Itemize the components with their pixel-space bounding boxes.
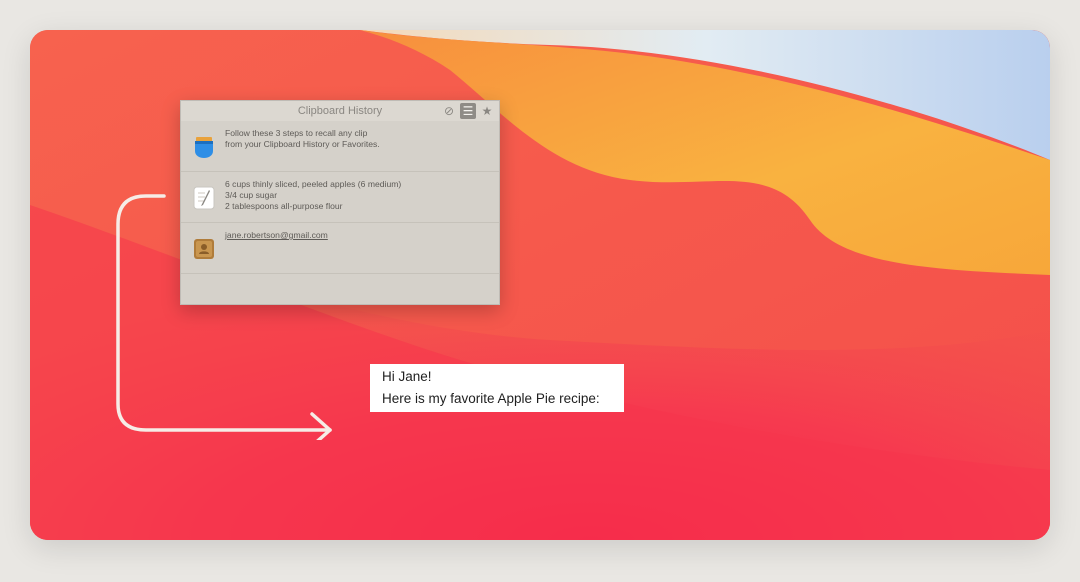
desktop: Clipboard History ⊘ ☰ ★ Follow these 3 s… bbox=[30, 30, 1050, 540]
email-line: Hi Jane! bbox=[382, 369, 432, 384]
email-compose-body[interactable]: Hi Jane! Here is my favorite Apple Pie r… bbox=[370, 364, 624, 412]
clip-item[interactable]: Follow these 3 steps to recall any clip … bbox=[181, 121, 499, 172]
titlebar-toolbar: ⊘ ☰ ★ bbox=[442, 103, 494, 119]
clear-icon[interactable]: ⊘ bbox=[442, 104, 456, 118]
clip-line: 6 cups thinly sliced, peeled apples (6 m… bbox=[225, 179, 402, 189]
window-title: Clipboard History bbox=[297, 105, 383, 117]
clip-text: Follow these 3 steps to recall any clip … bbox=[225, 128, 491, 150]
pocket-app-icon bbox=[195, 137, 213, 158]
clip-line: Follow these 3 steps to recall any clip bbox=[225, 128, 368, 138]
window-titlebar: Clipboard History ⊘ ☰ ★ bbox=[181, 101, 499, 121]
clip-line: from your Clipboard History or Favorites… bbox=[225, 139, 380, 149]
drag-arrow-icon bbox=[116, 194, 332, 440]
list-icon[interactable]: ☰ bbox=[460, 103, 476, 119]
star-icon[interactable]: ★ bbox=[480, 104, 494, 118]
email-line: Here is my favorite Apple Pie recipe: bbox=[382, 391, 600, 406]
